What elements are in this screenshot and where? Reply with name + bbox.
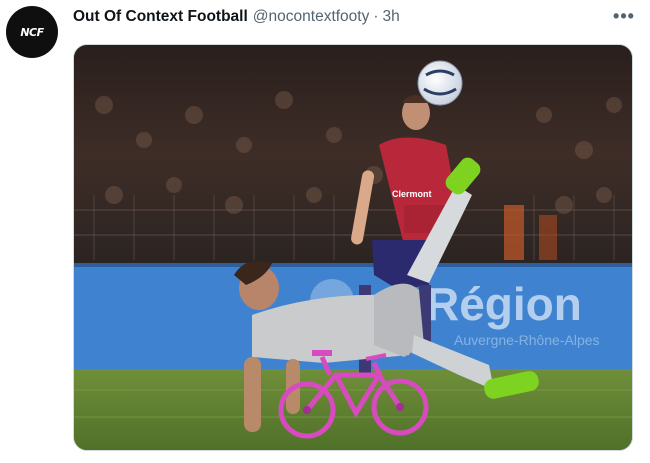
avatar-logo-text: NCF bbox=[20, 25, 44, 39]
timestamp[interactable]: 3h bbox=[383, 8, 400, 26]
display-name[interactable]: Out Of Context Football bbox=[73, 8, 248, 26]
user-handle[interactable]: @nocontextfooty bbox=[253, 8, 370, 26]
avatar[interactable]: NCF bbox=[6, 6, 58, 58]
shirt-text: Clermont bbox=[392, 189, 432, 199]
more-icon[interactable]: ••• bbox=[608, 6, 640, 26]
tweet-header: Out Of Context Football @nocontextfooty … bbox=[73, 6, 400, 28]
tweet-image[interactable]: Région Auvergne-Rhône-Alpes Clermont bbox=[73, 44, 633, 451]
separator-dot: · bbox=[373, 8, 379, 25]
banner-text: Région bbox=[426, 278, 582, 330]
svg-text:Auvergne-Rhône-Alpes: Auvergne-Rhône-Alpes bbox=[454, 332, 600, 348]
football bbox=[417, 60, 463, 106]
tweet[interactable]: NCF Out Of Context Football @nocontextfo… bbox=[0, 0, 650, 463]
